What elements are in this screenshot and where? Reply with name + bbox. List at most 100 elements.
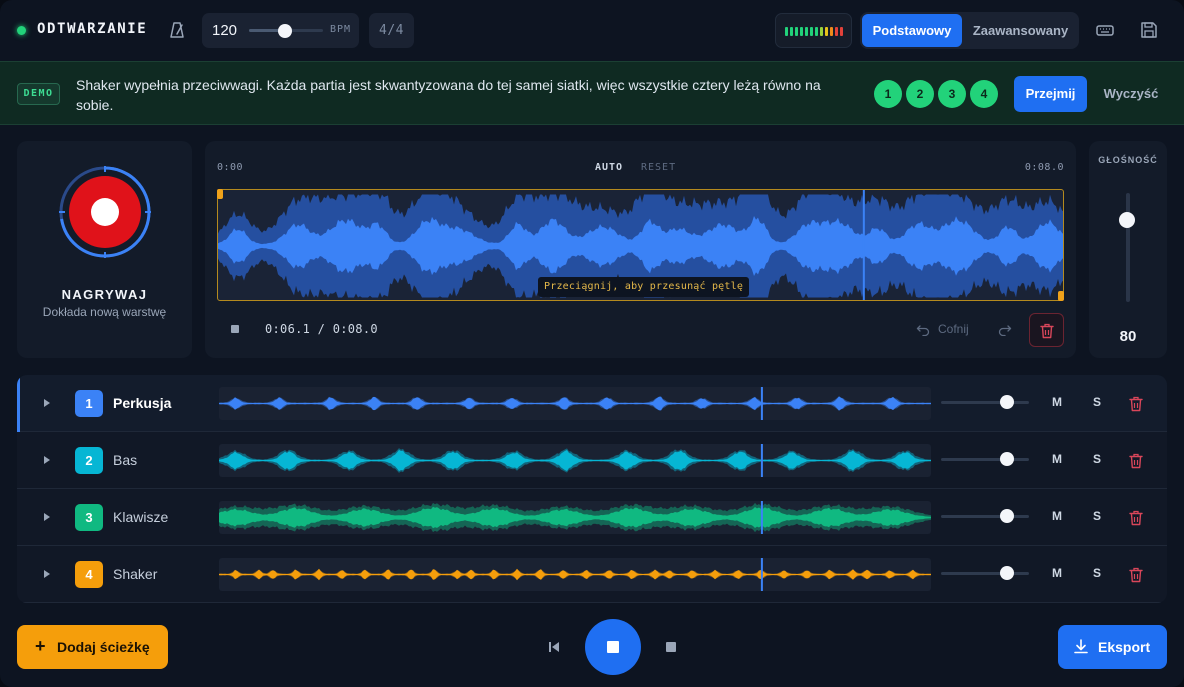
- mute-button[interactable]: M: [1051, 452, 1063, 466]
- expand-icon[interactable]: [44, 570, 50, 578]
- track-waveform[interactable]: [219, 558, 931, 591]
- solo-button[interactable]: S: [1091, 452, 1103, 466]
- track-name[interactable]: Bas: [113, 452, 137, 468]
- demo-step-2[interactable]: 2: [906, 80, 934, 108]
- bpm-slider-knob[interactable]: [278, 24, 292, 38]
- undo-button[interactable]: Cofnij: [938, 322, 969, 336]
- mode-basic-button[interactable]: Podstawowy: [862, 14, 962, 47]
- take-over-button[interactable]: Przejmij: [1014, 76, 1087, 112]
- expand-icon[interactable]: [44, 513, 50, 521]
- track-volume-knob[interactable]: [1000, 566, 1014, 580]
- record-button[interactable]: [58, 165, 152, 259]
- meter-bar: [785, 27, 788, 36]
- meter-bar: [820, 27, 823, 36]
- loop-end-handle[interactable]: [1058, 291, 1064, 301]
- mute-button[interactable]: M: [1051, 509, 1063, 523]
- volume-panel: GŁOŚNOŚĆ 80: [1089, 141, 1167, 358]
- add-track-label: Dodaj ścieżkę: [57, 639, 150, 655]
- mode-switch: Podstawowy Zaawansowany: [860, 12, 1079, 49]
- top-bar: ODTWARZANIE 120 BPM 4/4 Podstawowy Zaawa…: [0, 0, 1184, 61]
- solo-button[interactable]: S: [1091, 395, 1103, 409]
- time-signature-button[interactable]: 4/4: [369, 13, 414, 48]
- waveform-stop-button[interactable]: [231, 325, 239, 333]
- loop-start-handle[interactable]: [217, 189, 223, 199]
- meter-bar: [815, 27, 818, 36]
- reset-button[interactable]: RESET: [641, 162, 676, 173]
- track-list: 1 Perkusja M S 2 Bas M S 3 Klawisze M S …: [17, 375, 1167, 603]
- track-row[interactable]: 2 Bas M S: [17, 432, 1167, 489]
- track-volume-knob[interactable]: [1000, 509, 1014, 523]
- plus-icon: +: [35, 636, 46, 656]
- meter-bar: [830, 27, 833, 36]
- track-volume-slider[interactable]: [941, 401, 1029, 404]
- demo-banner-text: Shaker wypełnia przeciwwagi. Każda parti…: [76, 77, 821, 113]
- track-waveform[interactable]: [219, 501, 931, 534]
- stop-icon[interactable]: [666, 642, 676, 652]
- demo-step-3[interactable]: 3: [938, 80, 966, 108]
- metronome-icon[interactable]: [168, 21, 186, 39]
- solo-button[interactable]: S: [1091, 566, 1103, 580]
- expand-icon[interactable]: [44, 399, 50, 407]
- mute-button[interactable]: M: [1051, 566, 1063, 580]
- transport-stop-button[interactable]: [585, 619, 641, 675]
- track-volume-slider[interactable]: [941, 458, 1029, 461]
- track-waveform[interactable]: [219, 387, 931, 420]
- save-icon[interactable]: [1137, 18, 1161, 42]
- meter-bar: [810, 27, 813, 36]
- time-end: 0:08.0: [1024, 162, 1064, 173]
- track-volume-slider[interactable]: [941, 515, 1029, 518]
- trash-icon[interactable]: [1129, 567, 1143, 583]
- meter-bar: [825, 27, 828, 36]
- record-panel: NAGRYWAJ Dokłada nową warstwę: [17, 141, 192, 358]
- track-row[interactable]: 3 Klawisze M S: [17, 489, 1167, 546]
- demo-banner: DEMO Shaker wypełnia przeciwwagi. Każda …: [0, 61, 1184, 125]
- track-name[interactable]: Perkusja: [113, 395, 171, 411]
- demo-step-1[interactable]: 1: [874, 80, 902, 108]
- trash-icon: [1040, 323, 1054, 339]
- stop-icon: [607, 641, 619, 653]
- track-number: 1: [75, 390, 103, 417]
- status-label: ODTWARZANIE: [37, 21, 148, 37]
- track-name[interactable]: Klawisze: [113, 509, 168, 525]
- mode-advanced-button[interactable]: Zaawansowany: [964, 14, 1077, 47]
- time-signature-value: 4/4: [379, 23, 404, 38]
- undo-icon[interactable]: [916, 322, 930, 336]
- expand-icon[interactable]: [44, 456, 50, 464]
- trash-icon[interactable]: [1129, 396, 1143, 412]
- level-meter: [775, 13, 852, 48]
- redo-icon[interactable]: [998, 322, 1012, 336]
- solo-button[interactable]: S: [1091, 509, 1103, 523]
- meter-bar: [790, 27, 793, 36]
- auto-button[interactable]: AUTO: [595, 162, 623, 173]
- meter-bar: [805, 27, 808, 36]
- track-volume-knob[interactable]: [1000, 395, 1014, 409]
- track-number: 2: [75, 447, 103, 474]
- track-number: 3: [75, 504, 103, 531]
- volume-title: GŁOŚNOŚĆ: [1098, 155, 1158, 165]
- track-name[interactable]: Shaker: [113, 566, 157, 582]
- volume-slider[interactable]: [1126, 193, 1130, 302]
- export-button[interactable]: Eksport: [1058, 625, 1167, 669]
- volume-value: 80: [1119, 328, 1137, 345]
- demo-badge: DEMO: [17, 83, 60, 105]
- mute-button[interactable]: M: [1051, 395, 1063, 409]
- record-sublabel: Dokłada nową warstwę: [42, 305, 167, 319]
- trash-icon[interactable]: [1129, 510, 1143, 526]
- track-row[interactable]: 4 Shaker M S: [17, 546, 1167, 603]
- record-label: NAGRYWAJ: [61, 287, 148, 302]
- volume-slider-knob[interactable]: [1119, 212, 1135, 228]
- skip-back-icon[interactable]: [547, 640, 561, 654]
- status-indicator: [17, 26, 26, 35]
- keyboard-icon[interactable]: [1093, 18, 1117, 42]
- clear-button[interactable]: Wyczyść: [1097, 76, 1165, 112]
- download-icon: [1074, 639, 1088, 654]
- trash-icon[interactable]: [1129, 453, 1143, 469]
- delete-take-button[interactable]: [1029, 313, 1064, 347]
- track-waveform[interactable]: [219, 444, 931, 477]
- track-volume-slider[interactable]: [941, 572, 1029, 575]
- add-track-button[interactable]: + Dodaj ścieżkę: [17, 625, 168, 669]
- bpm-value[interactable]: 120: [212, 22, 237, 39]
- demo-step-4[interactable]: 4: [970, 80, 998, 108]
- track-row[interactable]: 1 Perkusja M S: [17, 375, 1167, 432]
- track-volume-knob[interactable]: [1000, 452, 1014, 466]
